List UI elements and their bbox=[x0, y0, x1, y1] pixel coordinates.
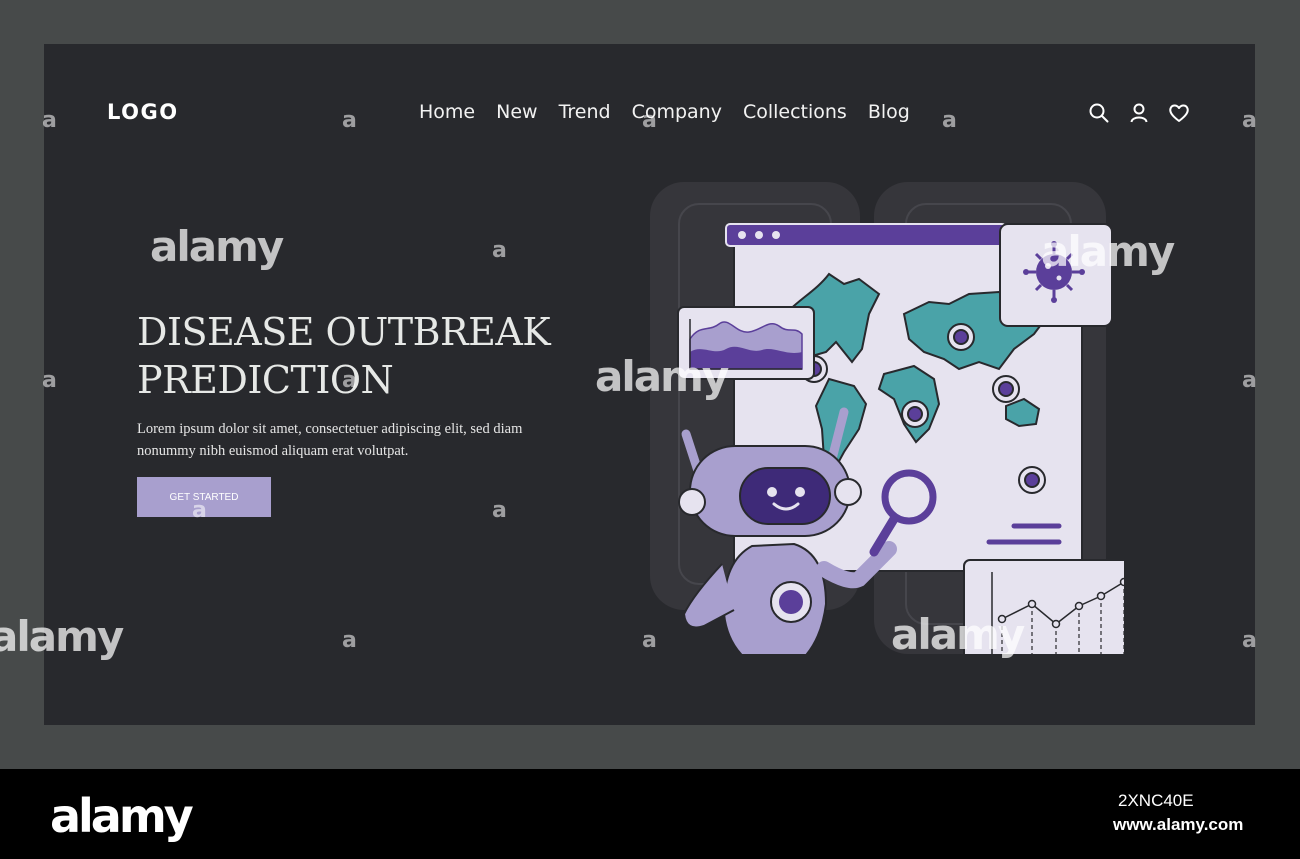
watermark-letter: a bbox=[942, 108, 957, 133]
stock-footer: alamy 2XNC40E www.alamy.com bbox=[0, 769, 1300, 859]
watermark: alamy bbox=[891, 610, 1025, 659]
heart-icon[interactable] bbox=[1168, 102, 1190, 124]
watermark: alamy bbox=[150, 222, 284, 271]
watermark-letter: a bbox=[342, 368, 357, 393]
hero-description: Lorem ipsum dolor sit amet, consectetuer… bbox=[137, 421, 523, 459]
watermark-letter: a bbox=[192, 498, 207, 523]
alamy-logo: alamy bbox=[50, 789, 194, 843]
nav-blog[interactable]: Blog bbox=[868, 101, 910, 123]
watermark: alamy bbox=[1041, 227, 1175, 276]
watermark-letter: a bbox=[342, 108, 357, 133]
search-icon[interactable] bbox=[1088, 102, 1110, 124]
watermark: alamy bbox=[0, 612, 124, 661]
nav-collections[interactable]: Collections bbox=[743, 101, 847, 123]
hero-title: DISEASE OUTBREAK PREDICTION bbox=[137, 310, 551, 402]
site-url: www.alamy.com bbox=[1113, 815, 1244, 834]
watermark-letter: a bbox=[1242, 628, 1257, 653]
watermark-letter: a bbox=[1242, 368, 1257, 393]
watermark-letter: a bbox=[342, 628, 357, 653]
main-nav: Home New Trend Company Collections Blog bbox=[419, 101, 910, 123]
watermark: alamy bbox=[595, 352, 729, 401]
watermark-letter: a bbox=[1242, 108, 1257, 133]
image-id: 2XNC40E bbox=[1118, 791, 1194, 810]
landing-page: LOGO Home New Trend Company Collections … bbox=[44, 44, 1255, 725]
watermark-letter: a bbox=[492, 498, 507, 523]
nav-new[interactable]: New bbox=[496, 101, 537, 123]
nav-home[interactable]: Home bbox=[419, 101, 475, 123]
watermark-letter: a bbox=[642, 628, 657, 653]
watermark-letter: a bbox=[42, 108, 57, 133]
nav-trend[interactable]: Trend bbox=[559, 101, 611, 123]
logo[interactable]: LOGO bbox=[107, 100, 179, 124]
watermark-letter: a bbox=[642, 108, 657, 133]
user-icon[interactable] bbox=[1128, 102, 1150, 124]
watermark-letter: a bbox=[492, 238, 507, 263]
header-icons bbox=[1088, 102, 1190, 124]
watermark-letter: a bbox=[42, 368, 57, 393]
